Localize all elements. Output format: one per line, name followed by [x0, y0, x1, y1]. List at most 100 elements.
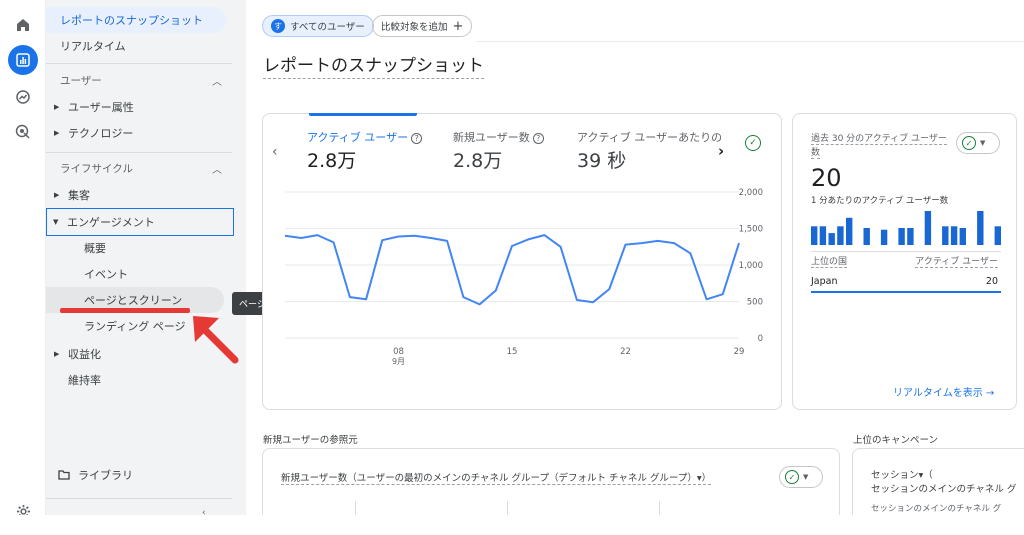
help-icon[interactable]: ? — [532, 133, 544, 144]
realtime-value: 20 — [811, 164, 842, 192]
sidebar-divider — [46, 152, 232, 153]
section-label: ユーザー — [60, 74, 102, 87]
caret-right-icon: ▶ — [54, 103, 60, 111]
caret-down-icon: ▼ — [980, 139, 986, 147]
divider — [811, 251, 1001, 252]
active-users-series-line — [284, 234, 740, 306]
minute-bar — [863, 228, 870, 245]
section-label: ライフサイクル — [60, 162, 133, 175]
sidebar-divider — [46, 63, 232, 64]
metric-tab-new-users[interactable]: 新規ユーザー数? — [453, 129, 544, 145]
metric-value: 39 秒 — [577, 150, 627, 172]
page-footer-blank — [0, 515, 1024, 535]
chevron-right-icon[interactable]: › — [718, 142, 724, 160]
sidebar-item-events[interactable]: イベント — [46, 261, 232, 287]
realtime-title-line2: 数 — [811, 148, 821, 159]
campaign-subheader: セッションのメインのチャネル グ — [871, 504, 1002, 514]
sidebar-section-user[interactable]: ユーザー ︿ — [46, 68, 232, 92]
sidebar-item-realtime[interactable]: リアルタイム — [46, 33, 232, 59]
chip-label: すべてのユーザー — [290, 22, 365, 33]
left-nav-rail — [0, 0, 46, 518]
minute-bar — [898, 228, 905, 245]
plus-icon: + — [452, 18, 464, 34]
minute-bar — [846, 217, 853, 245]
col-country-header: 上位の国 — [811, 254, 848, 268]
metric-tab-engagement-time[interactable]: アクティブ ユーザーあたりの — [577, 129, 722, 145]
realtime-check-dropdown[interactable]: ✓ ▼ — [956, 132, 1000, 154]
caret-down-icon: ▼ — [53, 218, 59, 226]
minute-bar — [837, 226, 844, 245]
y-tick-label: 1,000 — [739, 261, 763, 271]
sidebar-item-label: 収益化 — [68, 348, 101, 361]
chevron-up-icon: ︿ — [212, 164, 222, 176]
sidebar-item-overview[interactable]: 概要 — [46, 235, 232, 261]
realtime-title-line1: 過去 30 分のアクティブ ユーザー — [811, 134, 947, 145]
y-tick-label: 0 — [758, 334, 763, 344]
home-icon[interactable] — [8, 10, 38, 40]
card-title[interactable]: 新規ユーザー数（ユーザーの最初のメインのチャネル グループ（デフォルト チャネル… — [281, 470, 712, 485]
avatar: す — [271, 19, 285, 33]
minute-bar — [994, 226, 1001, 245]
country-share-bar — [811, 291, 1001, 293]
y-tick-label: 2,000 — [739, 188, 763, 198]
x-tick-label: 08 — [393, 347, 404, 357]
minute-bar — [942, 226, 949, 245]
sidebar-item-engagement[interactable]: ▼ エンゲージメント — [46, 208, 234, 236]
realtime-card: 過去 30 分のアクティブ ユーザー 数 ✓ ▼ 20 1 分あたりのアクティブ… — [792, 113, 1017, 410]
check-circle-icon: ✓ — [785, 470, 799, 484]
metric-tab-active-users[interactable]: アクティブ ユーザー? — [307, 129, 423, 145]
chip-label: 比較対象を追加 — [381, 22, 448, 33]
sidebar-item-demographics[interactable]: ▶ ユーザー属性 — [46, 94, 232, 120]
chevron-left-icon[interactable]: ‹ — [272, 144, 278, 160]
minute-bar — [977, 211, 984, 245]
caret-right-icon: ▶ — [54, 350, 60, 358]
x-tick-label: 29 — [734, 347, 745, 357]
annotation-underline — [60, 308, 190, 313]
view-realtime-link[interactable]: リアルタイムを表示 → — [893, 384, 994, 399]
active-tab-indicator — [309, 113, 417, 116]
folder-icon — [58, 470, 70, 480]
x-tick-label: 15 — [507, 347, 518, 357]
campaign-section-title: 上位のキャンペーン — [853, 435, 939, 446]
sidebar-item-tech[interactable]: ▶ テクノロジー — [46, 120, 232, 146]
active-users-line-chart: 2,000 1,500 1,000 500 0 08 15 22 29 9月 — [284, 188, 763, 366]
sidebar-item-label: ライブラリ — [78, 469, 133, 482]
minute-bar — [924, 211, 932, 245]
metric-value: 2.8万 — [307, 150, 357, 172]
all-users-chip[interactable]: す すべてのユーザー — [262, 15, 374, 37]
sidebar-item-label: テクノロジー — [68, 127, 134, 140]
reports-icon[interactable] — [8, 45, 38, 75]
check-circle-icon: ✓ — [962, 136, 976, 150]
campaign-header-line2[interactable]: セッションのメインのチャネル グ — [871, 481, 1016, 495]
add-comparison-button[interactable]: 比較対象を追加 + — [372, 15, 473, 37]
sidebar-item-library[interactable]: ライブラリ — [46, 462, 232, 488]
page-title: レポートのスナップショット — [263, 51, 484, 79]
check-circle-icon[interactable]: ✓ — [745, 135, 761, 151]
minute-bar — [880, 229, 888, 245]
metric-value: 2.8万 — [453, 150, 503, 172]
advertising-icon[interactable] — [8, 117, 38, 147]
sidebar-item-acquisition[interactable]: ▶ 集客 — [46, 182, 232, 208]
sidebar-section-lifecycle[interactable]: ライフサイクル ︿ — [46, 156, 232, 180]
explore-icon[interactable] — [8, 82, 38, 112]
users-cell: 20 — [985, 276, 998, 287]
country-cell: Japan — [811, 276, 838, 287]
per-minute-label: 1 分あたりのアクティブ ユーザー数 — [811, 196, 949, 206]
x-tick-label: 22 — [620, 347, 631, 357]
minute-bar — [819, 226, 827, 245]
check-dropdown[interactable]: ✓ ▼ — [779, 466, 823, 488]
y-tick-label: 1,500 — [739, 225, 763, 235]
help-icon[interactable]: ? — [411, 133, 423, 144]
chevron-up-icon: ︿ — [212, 76, 222, 88]
sidebar-item-label: ユーザー属性 — [68, 101, 134, 114]
sidebar-item-retention[interactable]: 維持率 — [46, 367, 232, 393]
sidebar-item-snapshot[interactable]: レポートのスナップショット — [46, 7, 226, 33]
minute-bar — [950, 226, 958, 245]
campaign-header-line1[interactable]: セッション▾（ — [871, 467, 933, 481]
minute-bar — [959, 228, 966, 245]
sidebar-item-label: 集客 — [68, 189, 90, 202]
x-month-label: 9月 — [392, 357, 405, 366]
metric-label: アクティブ ユーザーあたりの — [577, 131, 723, 144]
per-minute-bar-chart — [811, 211, 1001, 245]
metric-label: アクティブ ユーザー — [307, 131, 409, 144]
